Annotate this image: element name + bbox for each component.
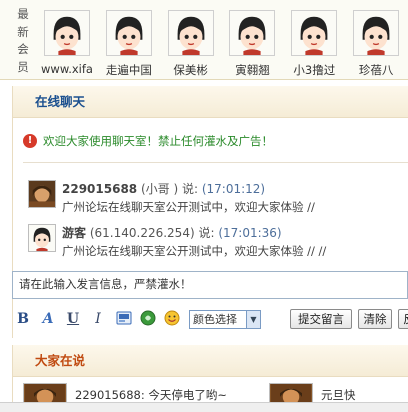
message-user[interactable]: 229015688 — [62, 182, 137, 196]
member-name[interactable]: 寅翱翘 — [223, 62, 281, 78]
member-name[interactable]: www.xifa — [38, 62, 96, 76]
message-header: 游客 (61.140.226.254) 说: (17:01:36) — [62, 224, 282, 241]
clear-button[interactable]: 清除 — [358, 309, 392, 329]
image-icon[interactable] — [116, 310, 132, 326]
member-avatar[interactable] — [105, 10, 152, 56]
member-list: www.xifa 走遍中国 保美彬 寅翱翘 小3撸过 珍蓓八 — [38, 6, 408, 78]
font-color-button[interactable]: A — [40, 309, 56, 329]
member-avatar[interactable] — [229, 10, 276, 56]
message-time: (17:01:12) — [201, 182, 266, 196]
member-avatar[interactable] — [291, 10, 338, 56]
chat-message: 229015688 (小哥 ) 说: (17:01:12) 广州论坛在线聊天室公… — [28, 180, 408, 220]
bold-button[interactable]: B — [16, 309, 30, 329]
member-name[interactable]: 小3撸过 — [285, 62, 343, 78]
chat-title: 在线聊天 — [13, 86, 408, 118]
member-avatar[interactable] — [353, 10, 400, 56]
more-button[interactable]: 反 — [398, 309, 408, 329]
member-avatar[interactable] — [44, 10, 90, 56]
divider — [23, 162, 408, 163]
link-icon[interactable] — [140, 310, 156, 326]
member-item[interactable]: 小3撸过 — [285, 6, 343, 78]
chat-notice-text: 欢迎大家使用聊天室！禁止任何灌水及广告！ — [43, 134, 273, 148]
emoticon-icon[interactable] — [164, 310, 180, 326]
chat-message: 游客 (61.140.226.254) 说: (17:01:36) 广州论坛在线… — [28, 224, 408, 264]
submit-message-button[interactable]: 提交留言 — [290, 309, 352, 329]
chat-toolbar: B A U I 颜色选择 ▼ 提交留言 清除 反 — [12, 305, 408, 333]
says-item[interactable]: 229015688: 今天停电了哟~ — [75, 387, 227, 403]
underline-button[interactable]: U — [66, 309, 80, 329]
member-item[interactable]: www.xifa — [38, 6, 96, 76]
message-time: (17:01:36) — [218, 226, 282, 240]
user-avatar[interactable] — [28, 180, 56, 208]
member-name[interactable]: 珍蓓八 — [347, 62, 405, 78]
user-avatar[interactable] — [28, 224, 56, 252]
message-input[interactable]: 请在此输入发言信息，严禁灌水！ — [12, 271, 408, 299]
color-select-value: 颜色选择 — [193, 313, 237, 326]
says-title: 大家在说 — [13, 345, 408, 377]
says-item[interactable]: 元旦快 — [321, 387, 356, 403]
message-meta: (小哥 ) 说: — [140, 182, 199, 196]
chevron-down-icon[interactable]: ▼ — [246, 311, 260, 328]
member-name[interactable]: 保美彬 — [162, 62, 220, 78]
message-text: 广州论坛在线聊天室公开测试中，欢迎大家体验 // // — [62, 244, 327, 258]
new-members-label: 最新会员 — [17, 7, 29, 74]
warning-icon: ! — [23, 133, 37, 148]
member-item[interactable]: 珍蓓八 — [347, 6, 405, 78]
message-user[interactable]: 游客 — [62, 226, 86, 240]
color-select[interactable]: 颜色选择 ▼ — [189, 310, 261, 329]
message-meta: (61.140.226.254) 说: — [89, 226, 215, 240]
new-members-strip: 最新会员 www.xifa 走遍中国 保美彬 寅翱翘 小3撸过 珍蓓八 — [0, 0, 408, 80]
member-item[interactable]: 寅翱翘 — [223, 6, 281, 78]
italic-button[interactable]: I — [92, 309, 104, 329]
member-item[interactable]: 走遍中国 — [100, 6, 158, 78]
message-header: 229015688 (小哥 ) 说: (17:01:12) — [62, 180, 265, 197]
chat-notice: ! 欢迎大家使用聊天室！禁止任何灌水及广告！ — [23, 128, 408, 154]
member-name[interactable]: 走遍中国 — [100, 62, 158, 78]
message-text: 广州论坛在线聊天室公开测试中，欢迎大家体验 // — [62, 200, 315, 214]
member-item[interactable]: 保美彬 — [162, 6, 220, 78]
taskbar-strip — [0, 402, 408, 412]
member-avatar[interactable] — [167, 10, 214, 56]
